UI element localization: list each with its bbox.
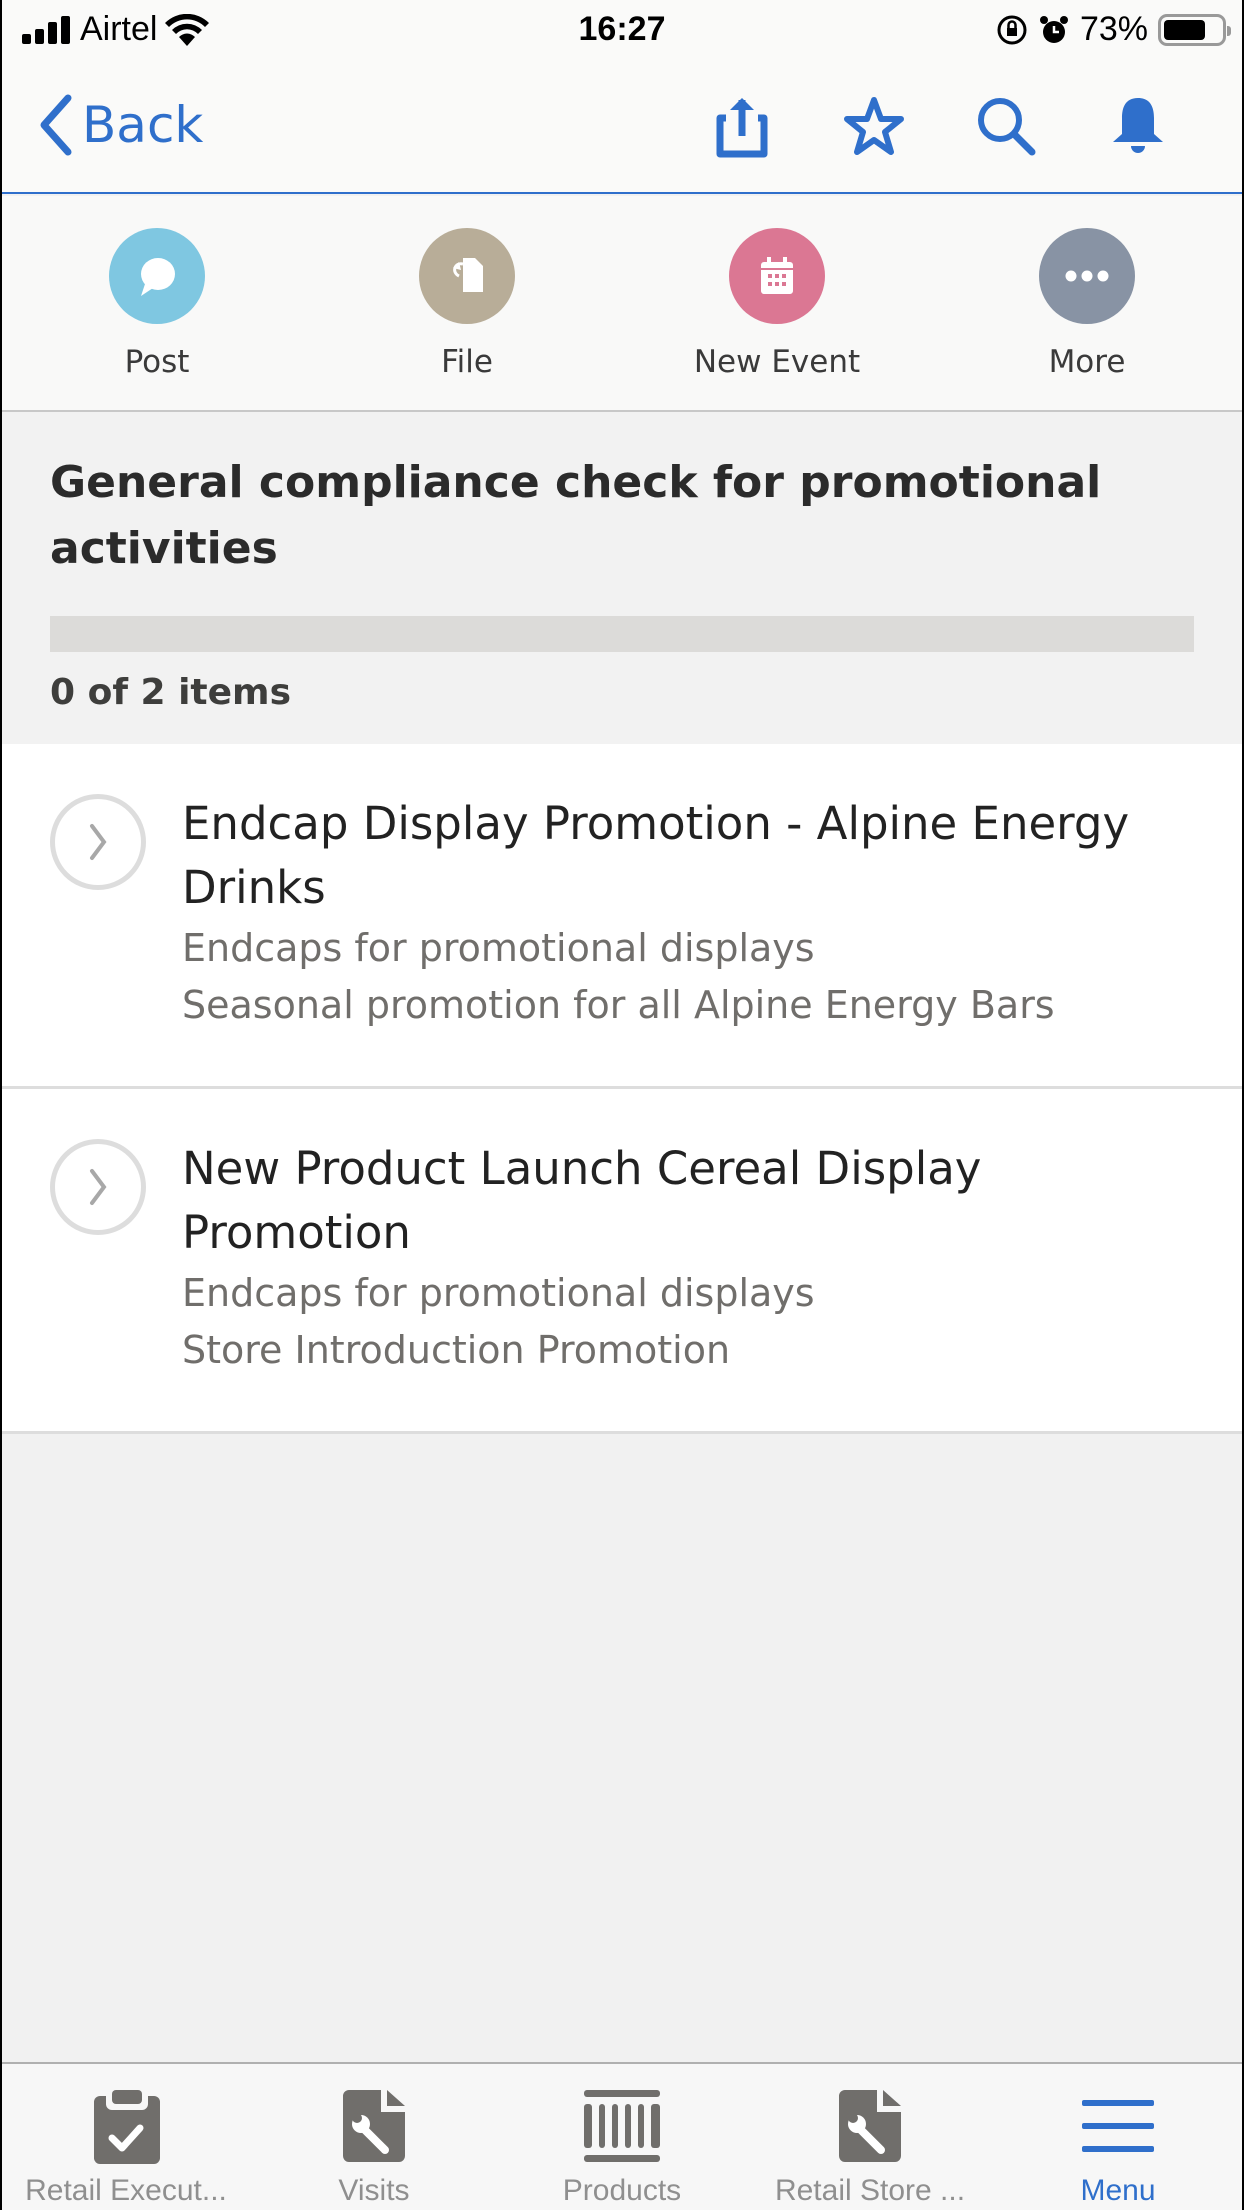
navigation-bar: Back	[2, 64, 1242, 194]
new-event-action[interactable]: New Event	[622, 196, 932, 410]
checklist-items: Endcap Display Promotion - Alpine Energy…	[2, 744, 1242, 1434]
item-title: Endcap Display Promotion - Alpine Energy…	[182, 797, 1130, 914]
status-bar: Airtel 16:27 73%	[2, 0, 1242, 64]
wrench-doc-icon	[839, 2090, 901, 2162]
calendar-icon	[761, 257, 793, 294]
post-label: Post	[124, 344, 190, 380]
chat-bubble-icon	[141, 258, 175, 296]
tab-bar: Retail Execut... Visits Products Retail …	[2, 2062, 1242, 2210]
rotation-lock-icon	[997, 15, 1027, 44]
more-action-icon-circle	[1039, 228, 1135, 324]
file-action-icon-circle	[419, 228, 515, 324]
new-event-label: New Event	[693, 344, 861, 380]
notifications-button[interactable]	[1104, 92, 1172, 160]
tab-label: Retail Execut...	[25, 2174, 227, 2207]
post-action[interactable]: Post	[2, 196, 312, 410]
share-icon	[716, 98, 768, 158]
barcode-icon	[584, 2090, 660, 2162]
clipboard-check-icon	[94, 2088, 160, 2164]
search-button[interactable]	[972, 92, 1040, 160]
star-icon	[844, 97, 904, 155]
tab-retail-execution[interactable]: Retail Execut...	[2, 2064, 250, 2210]
bell-icon	[1113, 98, 1163, 153]
wrench-doc-icon	[343, 2090, 405, 2162]
item-status-circle[interactable]	[50, 1139, 146, 1235]
item-status-circle[interactable]	[50, 794, 146, 890]
checklist-title: General compliance check for promotional…	[50, 457, 1102, 574]
battery-percent: 73%	[1079, 10, 1148, 48]
tab-retail-store[interactable]: Retail Store ...	[746, 2064, 994, 2210]
file-label: File	[441, 344, 493, 380]
tab-label: Visits	[338, 2174, 410, 2207]
back-button[interactable]: Back	[38, 94, 203, 156]
chevron-right-icon	[90, 824, 107, 860]
list-item[interactable]: New Product Launch Cereal Display Promot…	[2, 1089, 1242, 1434]
item-description: Seasonal promotion for all Alpine Energy…	[182, 983, 1055, 1027]
publisher-actions: Post File New Event More	[2, 196, 1242, 412]
chevron-left-icon	[40, 94, 72, 156]
list-item[interactable]: Endcap Display Promotion - Alpine Energy…	[2, 744, 1242, 1089]
search-icon	[978, 98, 1036, 156]
tab-label: Menu	[1080, 2174, 1156, 2207]
file-icon	[453, 258, 483, 292]
tab-products[interactable]: Products	[498, 2064, 746, 2210]
back-label: Back	[82, 96, 204, 154]
new-event-icon-circle	[729, 228, 825, 324]
more-label: More	[1048, 344, 1126, 380]
battery-level	[1164, 19, 1205, 40]
item-description: Store Introduction Promotion	[182, 1328, 731, 1372]
progress-count: 0 of 2 items	[50, 672, 291, 713]
battery-icon	[1158, 13, 1231, 46]
checklist-header: General compliance check for promotional…	[2, 412, 1242, 744]
tab-label: Products	[562, 2174, 682, 2207]
progress-bar	[50, 616, 1194, 652]
tab-label: Retail Store ...	[774, 2174, 966, 2207]
item-subtitle: Endcaps for promotional displays	[182, 1271, 815, 1315]
tab-visits[interactable]: Visits	[250, 2064, 498, 2210]
favorite-button[interactable]	[840, 92, 908, 160]
file-action[interactable]: File	[312, 196, 622, 410]
item-title: New Product Launch Cereal Display Promot…	[182, 1142, 982, 1259]
alarm-icon	[1039, 15, 1068, 43]
chevron-right-icon	[90, 1169, 107, 1205]
menu-icon	[1082, 2100, 1154, 2152]
item-subtitle: Endcaps for promotional displays	[182, 926, 815, 970]
more-action[interactable]: More	[932, 196, 1242, 410]
share-button[interactable]	[708, 92, 776, 160]
post-action-icon-circle	[109, 228, 205, 324]
more-icon	[1065, 270, 1109, 282]
tab-menu[interactable]: Menu	[994, 2064, 1242, 2210]
